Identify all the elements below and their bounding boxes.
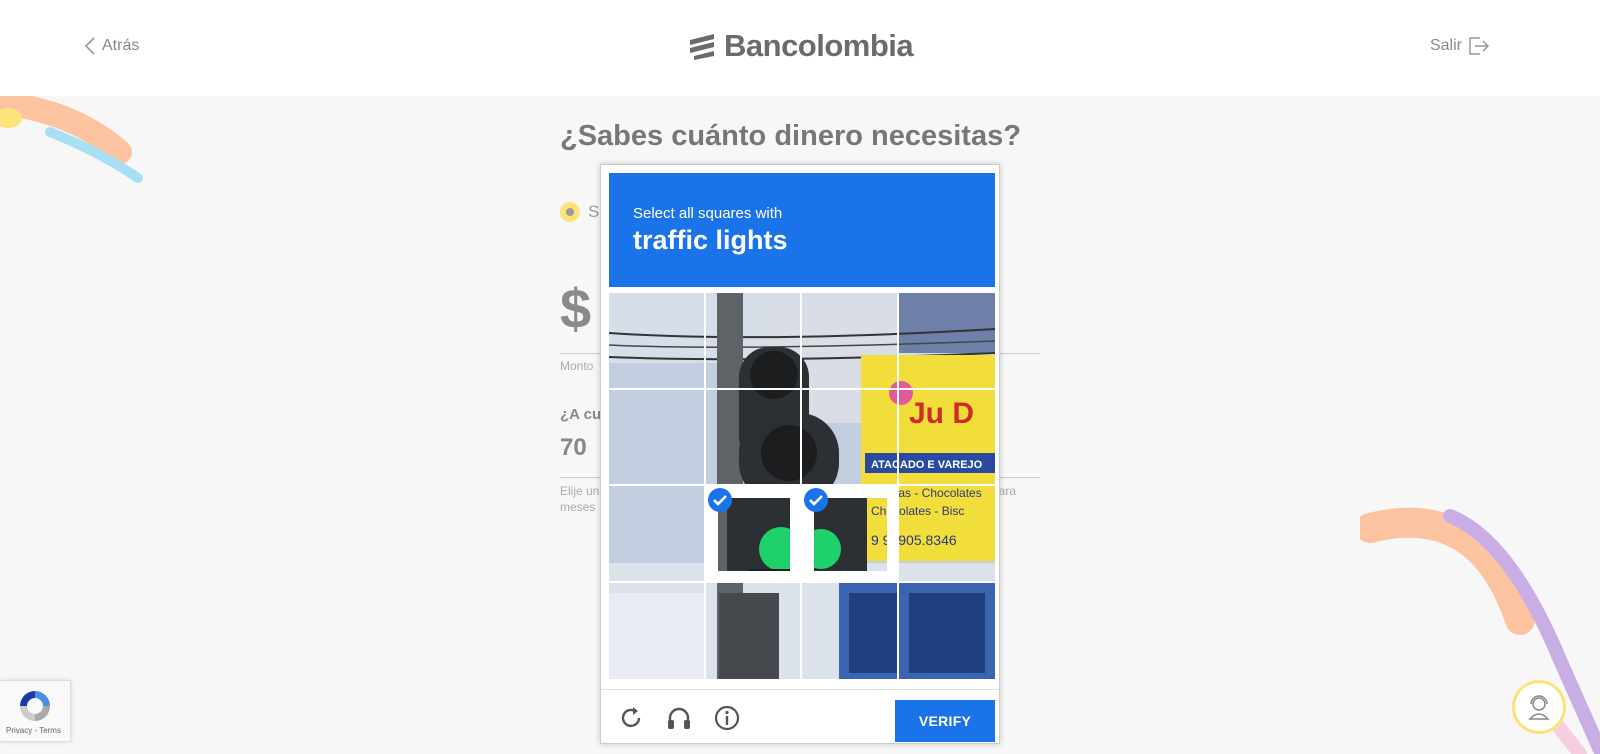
term-field[interactable]: 70 — [560, 434, 587, 462]
captcha-tile[interactable] — [898, 486, 995, 583]
captcha-tile[interactable] — [899, 583, 996, 680]
chat-support-button[interactable] — [1512, 680, 1566, 734]
captcha-challenge: Select all squares with traffic lights J… — [600, 164, 1000, 744]
audio-challenge-icon[interactable] — [665, 704, 693, 732]
info-icon[interactable] — [713, 704, 741, 732]
top-header: Atrás Bancolombia Salir — [0, 0, 1600, 96]
captcha-tile-grid — [609, 293, 995, 679]
verify-button[interactable]: VERIFY — [895, 700, 995, 742]
exit-label: Salir — [1429, 37, 1462, 54]
captcha-footer: VERIFY — [601, 689, 999, 744]
support-agent-icon — [1528, 695, 1550, 720]
checkmark-icon — [804, 488, 828, 512]
captcha-tile[interactable] — [706, 582, 802, 679]
back-button[interactable]: Atrás — [84, 36, 139, 56]
brand-logo[interactable]: Bancolombia — [688, 28, 914, 64]
radio-option[interactable]: Si — [560, 202, 603, 222]
captcha-tile[interactable] — [705, 486, 802, 583]
radio-button[interactable] — [560, 202, 580, 222]
captcha-tile[interactable] — [802, 582, 899, 679]
captcha-image-grid: Ju D ATACADO E VAREJO Balas - Chocolates… — [609, 293, 995, 679]
back-label: Atrás — [102, 37, 140, 54]
captcha-target: traffic lights — [633, 225, 788, 255]
captcha-tile[interactable] — [802, 293, 899, 390]
reload-icon[interactable] — [617, 704, 645, 732]
checkmark-icon — [707, 488, 732, 512]
captcha-tile[interactable] — [705, 293, 802, 390]
decorative-swoosh-left — [0, 96, 143, 183]
logout-icon — [1469, 37, 1490, 55]
page-title: ¿Sabes cuánto dinero necesitas? — [560, 120, 1021, 152]
recaptcha-logo-icon — [20, 691, 50, 721]
brand-name: Bancolombia — [724, 28, 914, 63]
exit-button[interactable]: Salir — [1430, 36, 1490, 56]
term-hint-line2: meses — [560, 500, 596, 514]
captcha-instruction: Select all squares with — [633, 205, 783, 222]
captcha-tile[interactable] — [898, 293, 995, 390]
amount-field[interactable]: $ — [560, 276, 591, 341]
captcha-tile[interactable] — [609, 293, 706, 390]
captcha-tile[interactable] — [609, 389, 706, 486]
captcha-tile[interactable] — [609, 582, 706, 679]
amount-label: Monto — [560, 359, 594, 373]
captcha-tile[interactable] — [898, 390, 995, 486]
bancolombia-logo-icon — [690, 34, 714, 60]
captcha-tile[interactable] — [609, 486, 706, 583]
captcha-tile[interactable] — [802, 486, 899, 583]
captcha-tile[interactable] — [802, 389, 899, 486]
recaptcha-links[interactable]: Privacy - Terms — [6, 726, 61, 735]
captcha-tile[interactable] — [705, 389, 802, 486]
recaptcha-badge[interactable]: Privacy - Terms — [0, 680, 71, 742]
chevron-left-icon — [84, 37, 95, 55]
term-hint: Elije un — [560, 484, 600, 498]
captcha-header: Select all squares with traffic lights — [609, 173, 995, 287]
term-question: ¿A cu — [560, 406, 602, 423]
